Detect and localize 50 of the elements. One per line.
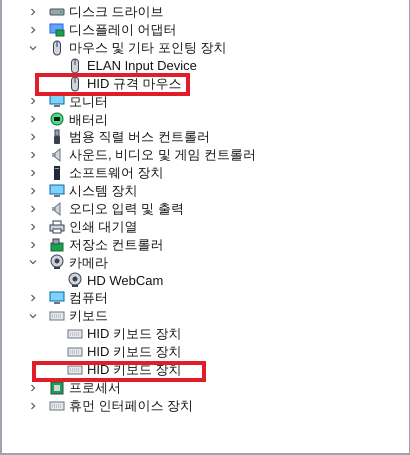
collapse-chevron-icon[interactable] (29, 312, 37, 320)
tree-item[interactable]: 휴먼 인터페이스 장치 (0, 396, 410, 414)
tree-item[interactable]: ELAN Input Device (0, 56, 410, 75)
expand-chevron-icon[interactable] (29, 26, 37, 34)
tree-item[interactable]: 디스플레이 어댑터 (0, 20, 410, 39)
collapse-chevron-icon[interactable] (29, 258, 37, 266)
expand-chevron-icon[interactable] (29, 97, 37, 106)
expand-chevron-icon[interactable] (29, 222, 37, 231)
monitor-icon (49, 93, 65, 110)
expand-chevron-icon[interactable] (29, 151, 37, 160)
printer-icon (49, 218, 65, 235)
expand-chevron-icon[interactable] (29, 384, 37, 392)
tree-item[interactable]: 키보드 (0, 307, 410, 326)
battery-icon (49, 111, 65, 128)
expand-chevron-icon[interactable] (29, 240, 37, 249)
tree-item[interactable]: 인쇄 대기열 (0, 218, 410, 236)
expand-chevron-icon[interactable] (29, 402, 37, 410)
tree-item[interactable]: HID 키보드 장치 (0, 342, 410, 361)
expand-chevron-icon[interactable] (29, 168, 37, 177)
storage-controller-icon (49, 236, 65, 253)
expand-chevron-icon[interactable] (29, 133, 37, 142)
expand-chevron-icon[interactable] (29, 186, 37, 195)
webcam-icon (67, 272, 83, 288)
expand-chevron-icon[interactable] (29, 294, 37, 302)
tree-item[interactable]: HD WebCam (0, 271, 410, 290)
expand-chevron-icon[interactable] (29, 8, 37, 16)
tree-item[interactable]: HID 키보드 장치 (0, 325, 410, 343)
display-adapter-icon (49, 22, 65, 38)
expand-chevron-icon[interactable] (29, 115, 37, 124)
tree-item[interactable]: 사운드, 비디오 및 게임 컨트롤러 (0, 146, 410, 164)
tree-item[interactable]: 마우스 및 기타 포인팅 장치 (0, 38, 410, 57)
tree-item[interactable]: 시스템 장치 (0, 182, 410, 200)
tree-item[interactable]: 소프트웨어 장치 (0, 164, 410, 182)
collapse-chevron-icon[interactable] (29, 44, 37, 52)
system-monitor-icon (49, 182, 65, 199)
tree-item[interactable]: 저장소 컨트롤러 (0, 236, 410, 254)
webcam-icon (49, 254, 65, 270)
tree-item[interactable]: 디스크 드라이브 (0, 3, 410, 21)
tree-item[interactable]: 프로세서 (0, 378, 410, 397)
tree-item[interactable]: 컴퓨터 (0, 289, 410, 308)
tree-item[interactable]: 오디오 입력 및 출력 (0, 200, 410, 218)
chip-icon (49, 380, 65, 396)
tree-item[interactable]: 배터리 (0, 110, 410, 128)
tree-item[interactable]: 카메라 (0, 253, 410, 272)
tree-item[interactable]: 범용 직렬 버스 컨트롤러 (0, 128, 410, 146)
tree-item[interactable]: 모니터 (0, 92, 410, 110)
tree-item[interactable]: HID 규격 마우스 (0, 74, 410, 92)
tree-item[interactable]: HID 키보드 장치 (0, 360, 410, 379)
expand-chevron-icon[interactable] (29, 204, 37, 213)
monitor-icon (49, 290, 65, 306)
